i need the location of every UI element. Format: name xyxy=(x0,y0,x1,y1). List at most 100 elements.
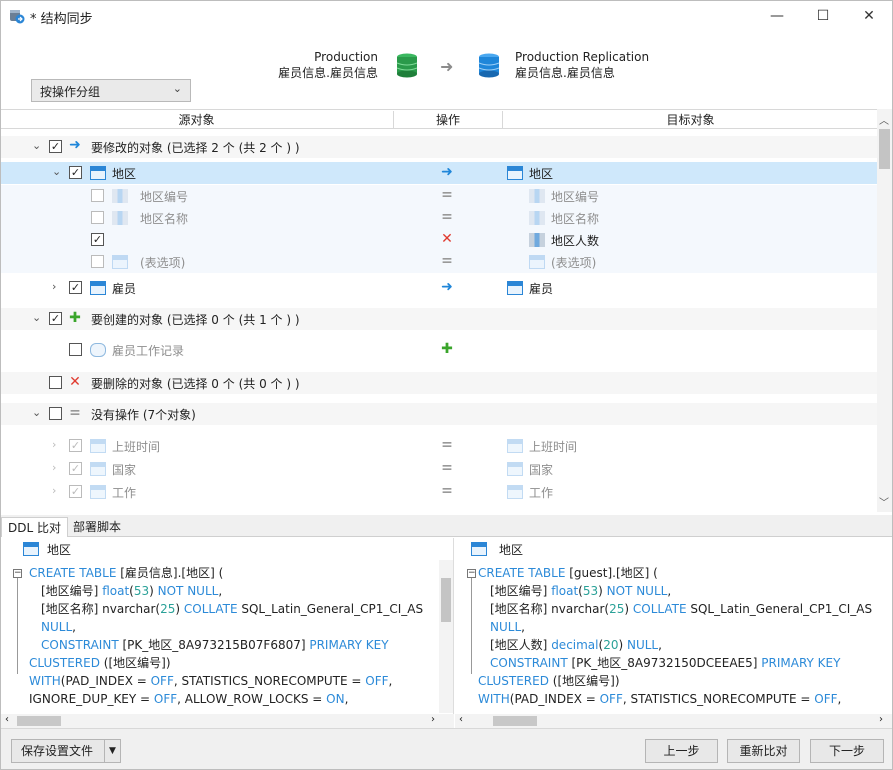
group-row-delete[interactable]: ✕ 要删除的对象 (已选择 0 个 (共 0 个 ) ) xyxy=(1,372,877,394)
table-row-noop[interactable]: › ✓ 工作 = 工作 xyxy=(1,481,877,503)
equals-icon: = xyxy=(441,253,453,269)
prev-button[interactable]: 上一步 xyxy=(645,739,718,763)
column-operation[interactable]: 操作 xyxy=(393,111,503,128)
field-row[interactable]: 地区名称 = 地区名称 xyxy=(1,207,877,229)
maximize-button[interactable]: ☐ xyxy=(800,1,846,32)
group-row-noop[interactable]: ⌄ = 没有操作 (7个对象) xyxy=(1,403,877,425)
minimize-icon: — xyxy=(770,8,784,24)
code-token: CLUSTERED xyxy=(29,656,100,670)
scroll-thumb[interactable] xyxy=(441,578,451,622)
row-checkbox[interactable] xyxy=(91,189,104,202)
group-row-modify[interactable]: ⌄ ✓ ➜ 要修改的对象 (已选择 2 个 (共 2 个 ) ) xyxy=(1,136,877,158)
scroll-right-icon[interactable]: › xyxy=(879,714,883,725)
chevron-right-icon[interactable]: › xyxy=(52,280,56,293)
ddl-target-pane: 地区 CREATE TABLE [guest].[地区] ([地区编号] flo… xyxy=(455,538,892,728)
scroll-left-icon[interactable]: ‹ xyxy=(5,714,9,725)
row-checkbox[interactable]: ✓ xyxy=(69,439,82,452)
group-label: 要修改的对象 (已选择 2 个 (共 2 个 ) ) xyxy=(91,141,300,155)
code-horizontal-scrollbar[interactable]: ‹ › xyxy=(1,714,454,728)
group-checkbox[interactable] xyxy=(49,376,62,389)
row-checkbox[interactable]: ✓ xyxy=(69,462,82,475)
row-checkbox[interactable]: ✓ xyxy=(91,233,104,246)
source-object: 雇员工作记录 xyxy=(112,344,185,358)
tree-vertical-scrollbar[interactable]: ︿ ﹀ xyxy=(877,109,892,512)
table-icon xyxy=(90,485,106,499)
chevron-down-icon[interactable]: ⌄ xyxy=(52,165,61,178)
source-object: 国家 xyxy=(112,463,137,477)
group-by-select[interactable]: 按操作分组 ⌄ xyxy=(31,79,191,102)
group-checkbox[interactable]: ✓ xyxy=(49,140,62,153)
group-row-create[interactable]: ⌄ ✓ ✚ 要创建的对象 (已选择 0 个 (共 1 个 ) ) xyxy=(1,308,877,330)
code-token: float xyxy=(551,584,579,598)
field-row[interactable]: 地区编号 = 地区编号 xyxy=(1,185,877,207)
save-settings-button[interactable]: 保存设置文件 ▼ xyxy=(11,739,121,763)
fold-toggle-icon[interactable]: − xyxy=(467,569,476,578)
code-line: CLUSTERED ([地区编号]) xyxy=(29,654,171,672)
chevron-down-icon[interactable]: ⌄ xyxy=(32,406,41,419)
chevron-down-icon[interactable]: ⌄ xyxy=(32,139,41,152)
chevron-down-icon[interactable]: ▼ xyxy=(104,740,120,762)
group-checkbox[interactable]: ✓ xyxy=(49,312,62,325)
source-object: 雇员 xyxy=(112,282,137,296)
row-checkbox[interactable] xyxy=(91,255,104,268)
column-source[interactable]: 源对象 xyxy=(1,111,392,128)
table-icon xyxy=(471,542,487,556)
code-token: (PAD_INDEX = xyxy=(509,692,600,706)
column-icon xyxy=(112,211,128,225)
chevron-down-icon[interactable]: ⌄ xyxy=(32,311,41,324)
row-checkbox[interactable]: ✓ xyxy=(69,485,82,498)
fold-toggle-icon[interactable]: − xyxy=(13,569,22,578)
source-connection: Production 雇员信息.雇员信息 xyxy=(278,49,378,81)
scroll-left-icon[interactable]: ‹ xyxy=(459,714,463,725)
next-button[interactable]: 下一步 xyxy=(810,739,884,763)
table-icon xyxy=(507,439,523,453)
fold-guide xyxy=(17,578,18,674)
close-icon: ✕ xyxy=(863,8,875,24)
tab-ddl-compare[interactable]: DDL 比对 xyxy=(1,517,68,537)
table-row-noop[interactable]: › ✓ 上班时间 = 上班时间 xyxy=(1,435,877,457)
pane-header: 地区 xyxy=(1,538,453,560)
scroll-up-icon[interactable]: ︿ xyxy=(879,112,889,127)
minimize-button[interactable]: — xyxy=(754,1,800,32)
table-row-noop[interactable]: › ✓ 国家 = 国家 xyxy=(1,458,877,480)
code-token: , xyxy=(218,584,223,598)
column-target[interactable]: 目标对象 xyxy=(504,111,877,128)
field-row[interactable]: (表选项) = (表选项) xyxy=(1,251,877,273)
code-vertical-scrollbar[interactable] xyxy=(439,560,453,713)
field-row[interactable]: ✓ ✕ 地区人数 xyxy=(1,229,877,251)
tab-deploy-script[interactable]: 部署脚本 xyxy=(67,517,127,537)
code-horizontal-scrollbar[interactable]: ‹ › xyxy=(455,714,892,728)
scroll-thumb[interactable] xyxy=(17,716,61,726)
table-row-region[interactable]: ⌄ ✓ 地区 ➜ 地区 xyxy=(1,162,877,184)
code-token: 25 xyxy=(160,602,176,616)
scroll-right-icon[interactable]: › xyxy=(431,714,435,725)
equals-icon: = xyxy=(441,483,453,499)
close-button[interactable]: ✕ xyxy=(846,1,892,32)
code-line: [地区编号] float(53) NOT NULL, xyxy=(41,582,222,600)
chevron-right-icon[interactable]: › xyxy=(52,484,56,497)
code-line: CONSTRAINT [PK_地区_8A9732150DCEEAE5] PRIM… xyxy=(490,654,840,672)
delete-x-icon: ✕ xyxy=(69,374,81,390)
scroll-thumb[interactable] xyxy=(879,129,890,169)
row-checkbox[interactable] xyxy=(91,211,104,224)
recompare-button[interactable]: 重新比对 xyxy=(727,739,800,763)
chevron-right-icon[interactable]: › xyxy=(52,438,56,451)
code-token: OFF xyxy=(150,674,174,688)
code-line: [地区编号] float(53) NOT NULL, xyxy=(490,582,671,600)
window-title: * 结构同步 xyxy=(30,12,93,27)
code-token: NULL xyxy=(626,638,659,652)
table-row-employee[interactable]: › ✓ 雇员 ➜ 雇员 xyxy=(1,277,877,299)
scroll-thumb[interactable] xyxy=(493,716,537,726)
row-checkbox[interactable]: ✓ xyxy=(69,281,82,294)
code-token: , ALLOW_ROW_LOCKS = xyxy=(177,692,327,706)
row-checkbox[interactable]: ✓ xyxy=(69,166,82,179)
chevron-right-icon[interactable]: › xyxy=(52,461,56,474)
code-token: [地区名称] nvarchar( xyxy=(41,602,161,616)
target-object: 地区 xyxy=(529,167,554,181)
equals-icon: = xyxy=(441,437,453,453)
scroll-down-icon[interactable]: ﹀ xyxy=(879,494,889,509)
table-row-create[interactable]: 雇员工作记录 ✚ xyxy=(1,339,877,361)
code-token: OFF xyxy=(153,692,178,706)
group-checkbox[interactable] xyxy=(49,407,62,420)
row-checkbox[interactable] xyxy=(69,343,82,356)
